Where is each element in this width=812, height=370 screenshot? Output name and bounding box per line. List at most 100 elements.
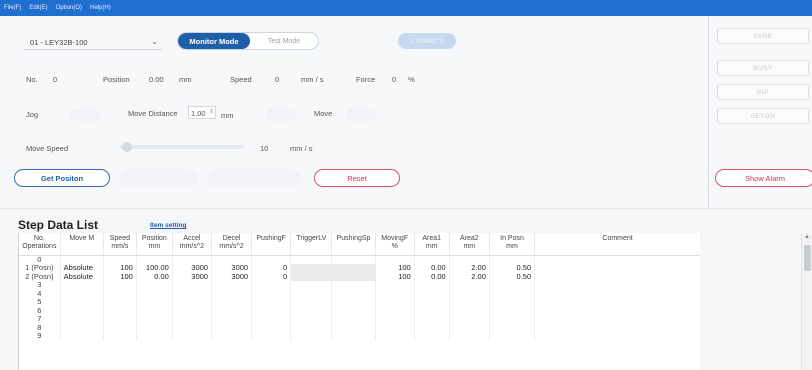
table-cell[interactable] xyxy=(136,289,173,298)
column-header[interactable]: Area1 mm xyxy=(414,233,450,256)
table-cell[interactable] xyxy=(211,315,253,324)
table-cell[interactable] xyxy=(60,289,104,298)
table-cell[interactable] xyxy=(414,306,450,315)
table-cell[interactable] xyxy=(290,306,333,315)
table-cell[interactable] xyxy=(331,255,376,264)
connect-button[interactable]: CONNECT xyxy=(398,33,456,49)
table-cell[interactable] xyxy=(251,281,292,290)
disabled-action-button-1[interactable] xyxy=(120,169,198,187)
column-header[interactable]: Decel mm/s^2 xyxy=(211,233,253,256)
table-cell[interactable] xyxy=(172,332,212,341)
table-cell[interactable]: 3000 xyxy=(172,272,212,281)
table-cell[interactable] xyxy=(449,298,490,307)
table-cell[interactable] xyxy=(211,323,253,332)
table-cell[interactable] xyxy=(534,332,700,341)
table-cell[interactable] xyxy=(449,306,490,315)
table-cell[interactable] xyxy=(172,315,212,324)
table-row[interactable]: 2 (Posn) Absolute 100 0.00 3000 3000 0 100 0.00 2… xyxy=(19,272,700,281)
table-cell[interactable] xyxy=(211,298,253,307)
table-cell[interactable]: 100 xyxy=(375,272,415,281)
table-cell[interactable] xyxy=(414,281,450,290)
move-speed-slider[interactable] xyxy=(120,145,244,149)
column-header[interactable]: No. Operations xyxy=(19,233,61,256)
table-row[interactable]: 7 xyxy=(19,315,700,324)
table-cell[interactable] xyxy=(290,272,333,281)
table-cell[interactable] xyxy=(331,289,376,298)
column-header[interactable]: MovingF% xyxy=(375,233,415,256)
table-cell[interactable]: 0.00 xyxy=(414,272,450,281)
column-header[interactable]: PushingF xyxy=(251,233,292,256)
table-cell[interactable] xyxy=(331,272,376,281)
table-cell[interactable] xyxy=(290,281,333,290)
table-cell[interactable] xyxy=(534,272,700,281)
table-cell[interactable] xyxy=(251,332,292,341)
table-cell[interactable] xyxy=(534,289,700,298)
table-cell[interactable]: 100 xyxy=(103,272,137,281)
table-cell[interactable] xyxy=(172,289,212,298)
table-cell[interactable] xyxy=(136,255,173,264)
item-setting-link[interactable]: Item setting xyxy=(150,222,186,229)
table-cell[interactable] xyxy=(375,255,415,264)
disabled-action-button-2[interactable] xyxy=(208,169,300,187)
table-cell[interactable]: 2 (Posn) xyxy=(19,272,61,281)
table-cell[interactable] xyxy=(251,298,292,307)
table-row[interactable]: 9 xyxy=(19,332,700,341)
table-row[interactable]: 6 xyxy=(19,306,700,315)
table-cell[interactable] xyxy=(449,315,490,324)
table-cell[interactable] xyxy=(375,332,415,341)
table-cell[interactable] xyxy=(103,281,137,290)
table-cell[interactable] xyxy=(449,255,490,264)
table-cell[interactable] xyxy=(534,306,700,315)
table-cell[interactable] xyxy=(251,255,292,264)
table-cell[interactable] xyxy=(414,323,450,332)
column-header[interactable]: PushingSp xyxy=(331,233,376,256)
table-cell[interactable] xyxy=(103,315,137,324)
table-cell[interactable] xyxy=(172,323,212,332)
table-cell[interactable]: 8 xyxy=(19,323,61,332)
table-cell[interactable] xyxy=(331,281,376,290)
table-cell[interactable]: Absolute xyxy=(60,264,104,273)
table-cell[interactable] xyxy=(489,332,536,341)
table-cell[interactable] xyxy=(414,255,450,264)
table-cell[interactable]: 2.00 xyxy=(449,264,490,273)
axis-select[interactable]: 01 - LEY32B-100 ⌄ xyxy=(24,36,162,50)
table-cell[interactable]: 3 xyxy=(19,281,61,290)
table-cell[interactable] xyxy=(103,255,137,264)
table-cell[interactable] xyxy=(534,298,700,307)
test-mode-button[interactable]: Test Mode xyxy=(250,33,318,49)
table-cell[interactable] xyxy=(211,289,253,298)
table-cell[interactable] xyxy=(375,281,415,290)
table-cell[interactable]: 7 xyxy=(19,315,61,324)
scroll-up-icon[interactable]: ▲ xyxy=(804,234,810,240)
table-cell[interactable] xyxy=(489,323,536,332)
table-cell[interactable]: 0.00 xyxy=(414,264,450,273)
table-cell[interactable] xyxy=(136,281,173,290)
mode-toggle[interactable]: Monitor Mode Test Mode xyxy=(177,32,319,50)
table-row[interactable]: 8 xyxy=(19,323,700,332)
table-cell[interactable]: 0 xyxy=(251,272,292,281)
table-cell[interactable]: 2.00 xyxy=(449,272,490,281)
table-cell[interactable] xyxy=(60,315,104,324)
table-cell[interactable]: 3000 xyxy=(172,264,212,273)
table-cell[interactable] xyxy=(60,332,104,341)
table-cell[interactable] xyxy=(103,323,137,332)
column-header[interactable]: Move M xyxy=(60,233,104,256)
table-cell[interactable]: 3000 xyxy=(211,264,253,273)
table-cell[interactable]: 9 xyxy=(19,332,61,341)
scrollbar-thumb[interactable] xyxy=(804,245,811,271)
table-cell[interactable] xyxy=(172,281,212,290)
table-cell[interactable] xyxy=(211,255,253,264)
table-row[interactable]: 4 xyxy=(19,289,700,298)
table-cell[interactable] xyxy=(534,315,700,324)
table-cell[interactable] xyxy=(290,332,333,341)
table-cell[interactable]: 4 xyxy=(19,289,61,298)
table-cell[interactable] xyxy=(534,264,700,273)
column-header[interactable]: Accel mm/s^2 xyxy=(172,233,212,256)
table-cell[interactable] xyxy=(290,298,333,307)
table-cell[interactable] xyxy=(375,289,415,298)
table-cell[interactable] xyxy=(60,298,104,307)
table-cell[interactable] xyxy=(60,255,104,264)
table-cell[interactable] xyxy=(251,289,292,298)
column-header[interactable]: Comment xyxy=(534,233,700,256)
table-row[interactable]: 3 xyxy=(19,281,700,290)
